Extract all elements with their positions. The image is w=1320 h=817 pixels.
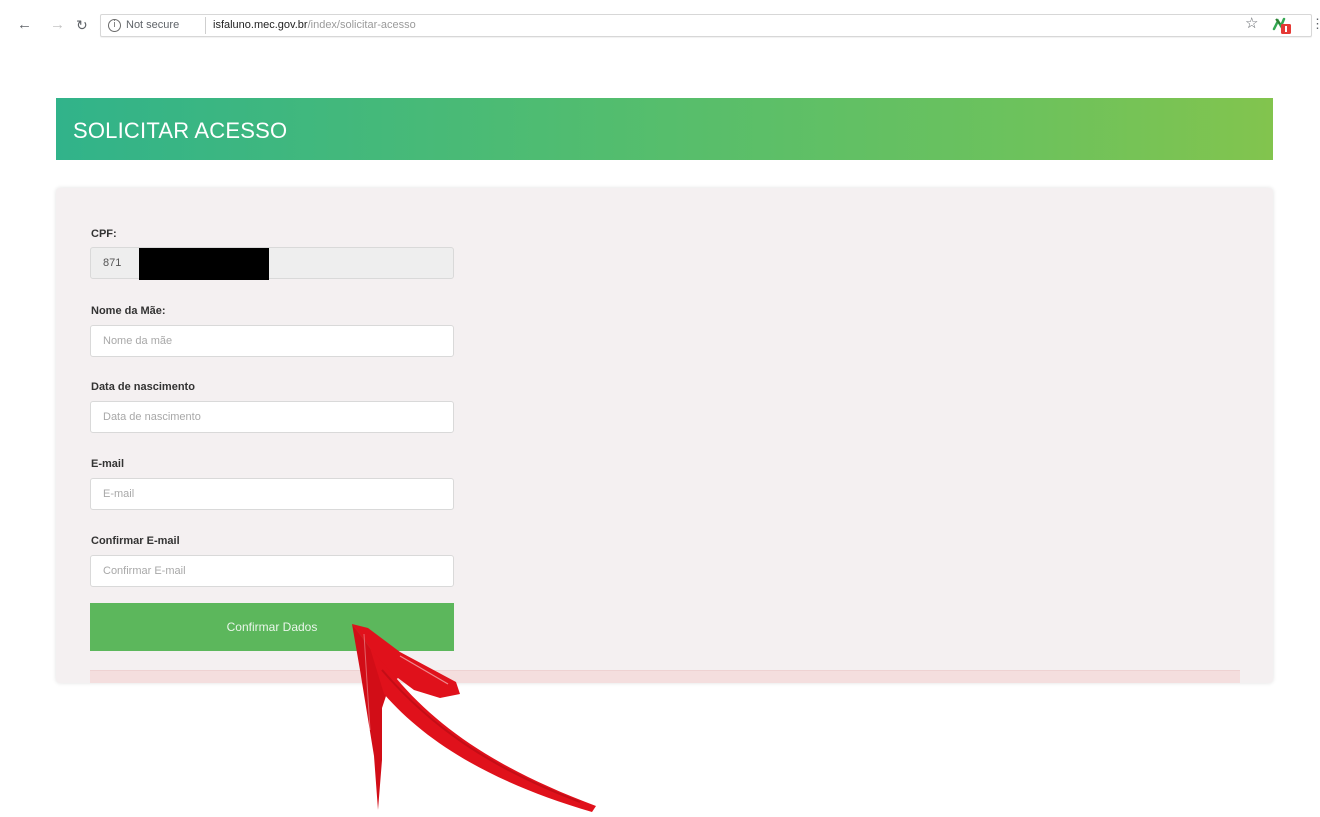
email-field[interactable] bbox=[90, 478, 454, 510]
forward-arrow-icon[interactable]: → bbox=[50, 17, 65, 33]
data-nascimento-label: Data de nascimento bbox=[91, 381, 195, 393]
page-header: SOLICITAR ACESSO bbox=[56, 98, 1273, 160]
browser-toolbar: ← → ↻ i Not secure isfaluno.mec.gov.br/i… bbox=[0, 0, 1320, 46]
confirmar-email-label: Confirmar E-mail bbox=[91, 535, 180, 547]
url-divider bbox=[205, 17, 206, 34]
address-bar[interactable]: i Not secure isfaluno.mec.gov.br/index/s… bbox=[100, 14, 1312, 37]
url-host: isfaluno.mec.gov.br bbox=[213, 19, 308, 31]
data-nascimento-input[interactable] bbox=[91, 402, 453, 432]
nome-mae-label: Nome da Mãe: bbox=[91, 305, 166, 317]
reload-icon[interactable]: ↻ bbox=[76, 17, 88, 33]
confirmar-email-field[interactable] bbox=[90, 555, 454, 587]
nome-mae-input[interactable] bbox=[91, 326, 453, 356]
nome-mae-field[interactable] bbox=[90, 325, 454, 357]
confirmar-email-input[interactable] bbox=[91, 556, 453, 586]
red-arrow-annotation bbox=[352, 624, 596, 812]
security-label[interactable]: Not secure bbox=[126, 19, 179, 31]
request-access-form: CPF: Nome da Mãe: Data de nascimento E-m… bbox=[56, 188, 1273, 683]
data-nascimento-field[interactable] bbox=[90, 401, 454, 433]
email-label: E-mail bbox=[91, 458, 125, 470]
extension-icon[interactable] bbox=[1271, 15, 1293, 35]
email-input[interactable] bbox=[91, 479, 453, 509]
redaction-box bbox=[139, 248, 269, 280]
url-text[interactable]: isfaluno.mec.gov.br/index/solicitar-aces… bbox=[213, 19, 416, 31]
url-path: /index/solicitar-acesso bbox=[307, 19, 416, 31]
menu-icon[interactable]: ⋮ bbox=[1311, 16, 1320, 32]
cpf-field bbox=[90, 247, 454, 280]
back-arrow-icon[interactable]: ← bbox=[17, 17, 32, 33]
star-icon[interactable]: ☆ bbox=[1245, 16, 1258, 32]
alert-box bbox=[90, 670, 1240, 683]
page-title: SOLICITAR ACESSO bbox=[73, 118, 288, 143]
cpf-label: CPF: bbox=[91, 228, 117, 240]
info-icon[interactable]: i bbox=[108, 19, 121, 32]
